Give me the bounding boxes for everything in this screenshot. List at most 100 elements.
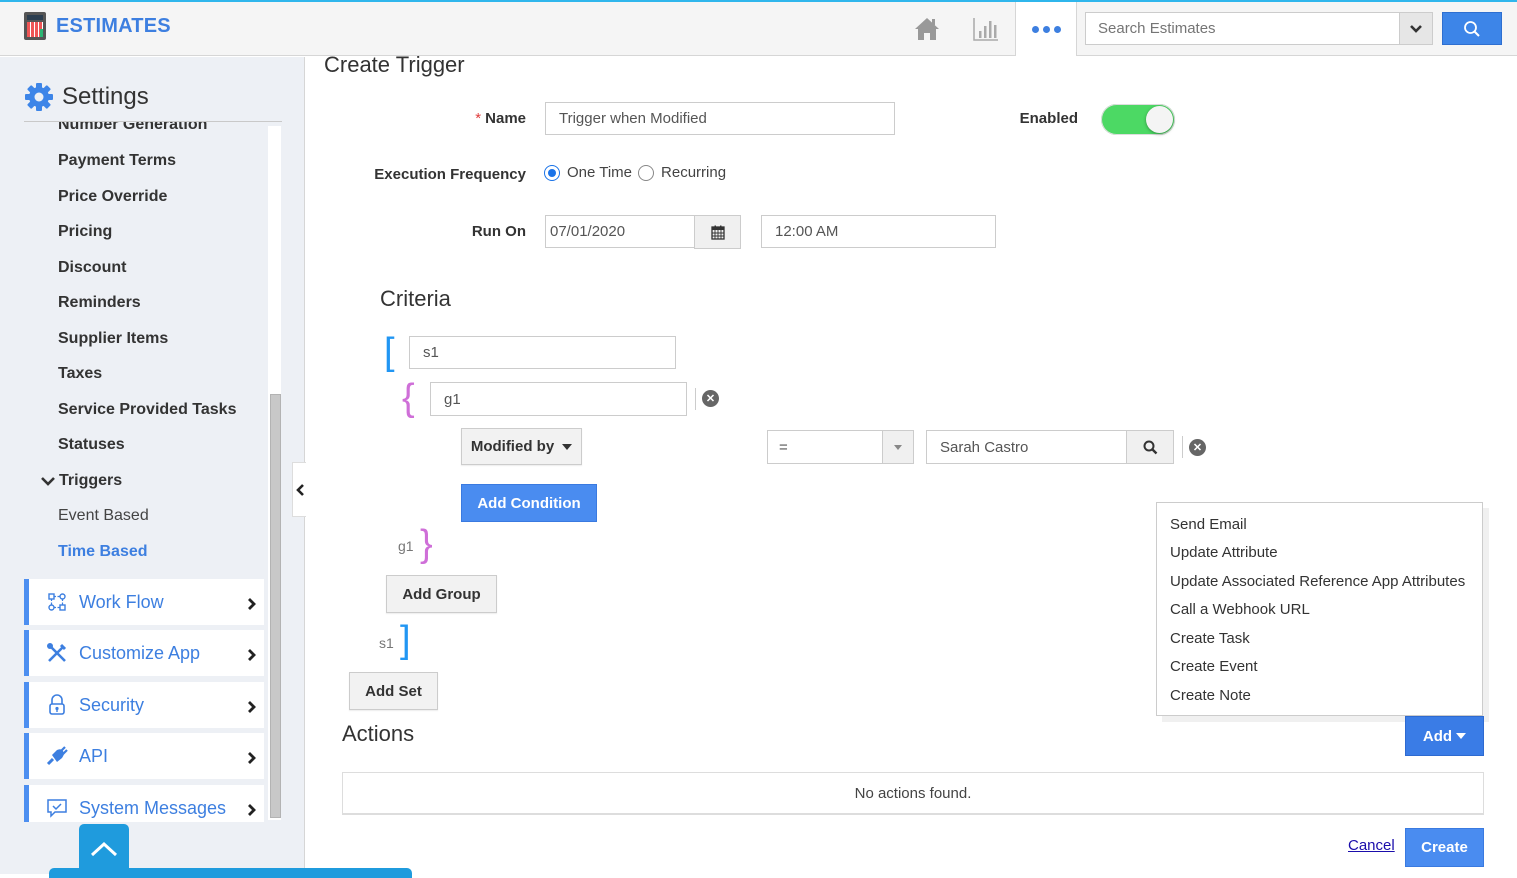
condition-value-lookup: Sarah Castro xyxy=(926,430,1174,464)
sidebar-item-price-override[interactable]: Price Override xyxy=(58,188,167,206)
plug-icon xyxy=(37,746,77,766)
run-on-label: Run On xyxy=(471,223,526,240)
menu-item-update-attribute[interactable]: Update Attribute xyxy=(1157,539,1482,568)
menu-item-call-webhook-url[interactable]: Call a Webhook URL xyxy=(1157,596,1482,625)
search-icon xyxy=(1143,440,1157,454)
calendar-icon xyxy=(710,225,725,240)
menu-item-update-associated-reference-app-attributes[interactable]: Update Associated Reference App Attribut… xyxy=(1157,567,1482,596)
sidebar-item-discount[interactable]: Discount xyxy=(58,259,126,277)
group-close-brace: } xyxy=(420,523,433,565)
sidebar-item-statuses[interactable]: Statuses xyxy=(58,436,125,454)
sidebar-item-api[interactable]: API xyxy=(24,733,264,779)
sidebar-item-event-based[interactable]: Event Based xyxy=(58,507,149,525)
home-icon[interactable] xyxy=(905,2,949,56)
gear-icon xyxy=(25,83,53,111)
settings-submenu: Number Generation Payment Terms Price Ov… xyxy=(24,122,282,822)
create-trigger-form: Create Trigger * Name Trigger when Modifi… xyxy=(306,52,1517,874)
run-on-date-field[interactable]: 07/01/2020 xyxy=(545,215,695,248)
workflow-icon xyxy=(37,592,77,612)
actions-table: No actions found. xyxy=(342,772,1484,815)
condition-field-dropdown[interactable]: Modified by xyxy=(461,428,582,465)
settings-title: Settings xyxy=(62,83,149,110)
group-close-label: g1 xyxy=(398,538,414,554)
add-group-button[interactable]: Add Group xyxy=(386,575,497,613)
sidebar-item-supplier-items[interactable]: Supplier Items xyxy=(58,330,168,348)
chevron-down-icon xyxy=(41,477,55,486)
app-logo[interactable]: ESTIMATES xyxy=(24,12,171,40)
execution-frequency-label: Execution Frequency xyxy=(374,166,526,183)
set-close-bracket: ] xyxy=(400,619,411,661)
scroll-to-top-button[interactable] xyxy=(79,824,129,874)
chevron-right-icon xyxy=(240,597,264,611)
sidebar-item-reminders[interactable]: Reminders xyxy=(58,294,141,312)
enabled-toggle[interactable] xyxy=(1101,104,1175,135)
set-name-field[interactable]: s1 xyxy=(409,336,676,369)
search-box xyxy=(1085,12,1433,45)
remove-condition-icon[interactable]: ✕ xyxy=(1189,439,1206,456)
add-condition-button[interactable]: Add Condition xyxy=(461,484,597,522)
condition-operator-select[interactable]: = xyxy=(767,430,914,464)
remove-group-icon[interactable]: ✕ xyxy=(702,390,719,407)
one-time-radio[interactable] xyxy=(544,164,560,181)
sidebar: Settings Number Generation Payment Terms… xyxy=(0,57,412,878)
chevron-up-icon xyxy=(90,841,118,857)
criteria-heading: Criteria xyxy=(380,286,451,311)
add-action-menu: Send Email Update Attribute Update Assoc… xyxy=(1156,502,1483,716)
message-icon xyxy=(37,798,77,818)
actions-heading: Actions xyxy=(342,721,415,746)
group-open-brace: { xyxy=(402,377,415,419)
settings-heading: Settings xyxy=(24,82,149,112)
cancel-link[interactable]: Cancel xyxy=(1348,837,1395,854)
caret-down-icon xyxy=(882,431,913,463)
chevron-right-icon xyxy=(240,648,264,662)
empty-state-text: No actions found. xyxy=(854,784,972,802)
run-on-time-field[interactable]: 12:00 AM xyxy=(761,215,996,248)
sidebar-item-service-provided-tasks[interactable]: Service Provided Tasks xyxy=(58,401,236,419)
sidebar-item-taxes[interactable]: Taxes xyxy=(58,365,102,383)
chevron-right-icon xyxy=(240,700,264,714)
add-action-button[interactable]: Add xyxy=(1405,716,1484,756)
condition-value-field[interactable]: Sarah Castro xyxy=(927,431,1126,463)
group-name-field[interactable]: g1 xyxy=(430,382,687,416)
sidebar-item-triggers[interactable]: Triggers xyxy=(40,472,122,490)
collapse-sidebar-button[interactable] xyxy=(292,462,306,517)
sidebar-item-system-messages[interactable]: System Messages xyxy=(24,785,264,822)
menu-item-create-note[interactable]: Create Note xyxy=(1157,681,1482,710)
add-set-button[interactable]: Add Set xyxy=(349,672,438,710)
sidebar-item-customize-app[interactable]: Customize App xyxy=(24,630,264,676)
sidebar-item-number-generation[interactable]: Number Generation xyxy=(58,122,207,134)
search-input[interactable] xyxy=(1086,13,1399,44)
date-picker-button[interactable] xyxy=(694,215,741,249)
lookup-search-button[interactable] xyxy=(1126,431,1173,463)
chevron-right-icon xyxy=(240,803,264,817)
set-open-bracket: [ xyxy=(384,331,395,373)
chart-icon[interactable] xyxy=(964,2,1008,56)
lock-icon xyxy=(37,694,77,716)
app-title: ESTIMATES xyxy=(56,14,171,37)
name-field[interactable]: Trigger when Modified xyxy=(545,102,895,135)
sidebar-item-work-flow[interactable]: Work Flow xyxy=(24,579,264,625)
sidebar-item-security[interactable]: Security xyxy=(24,682,264,728)
recurring-radio[interactable] xyxy=(638,164,655,181)
chevron-left-icon xyxy=(295,483,304,496)
menu-item-create-task[interactable]: Create Task xyxy=(1157,624,1482,653)
enabled-label: Enabled xyxy=(1019,110,1078,127)
sidebar-item-payment-terms[interactable]: Payment Terms xyxy=(58,152,176,170)
sidebar-item-time-based[interactable]: Time Based xyxy=(58,543,148,561)
caret-down-icon xyxy=(1456,733,1467,739)
execution-frequency-radio-group: One Time Recurring xyxy=(544,164,726,181)
sidebar-scrollbar-thumb[interactable] xyxy=(270,394,281,818)
sidebar-item-pricing[interactable]: Pricing xyxy=(58,223,112,241)
search-scope-dropdown[interactable] xyxy=(1399,13,1432,44)
set-close-label: s1 xyxy=(379,635,394,651)
menu-item-send-email[interactable]: Send Email xyxy=(1157,510,1482,539)
more-icon[interactable] xyxy=(1015,2,1077,56)
search-button[interactable] xyxy=(1442,12,1502,45)
tools-icon xyxy=(37,642,77,664)
page-title: Create Trigger xyxy=(324,52,465,77)
create-button[interactable]: Create xyxy=(1405,828,1484,867)
calculator-icon xyxy=(24,12,46,40)
search-icon xyxy=(1464,20,1480,37)
app-header: ESTIMATES xyxy=(0,2,1517,56)
menu-item-create-event[interactable]: Create Event xyxy=(1157,653,1482,682)
